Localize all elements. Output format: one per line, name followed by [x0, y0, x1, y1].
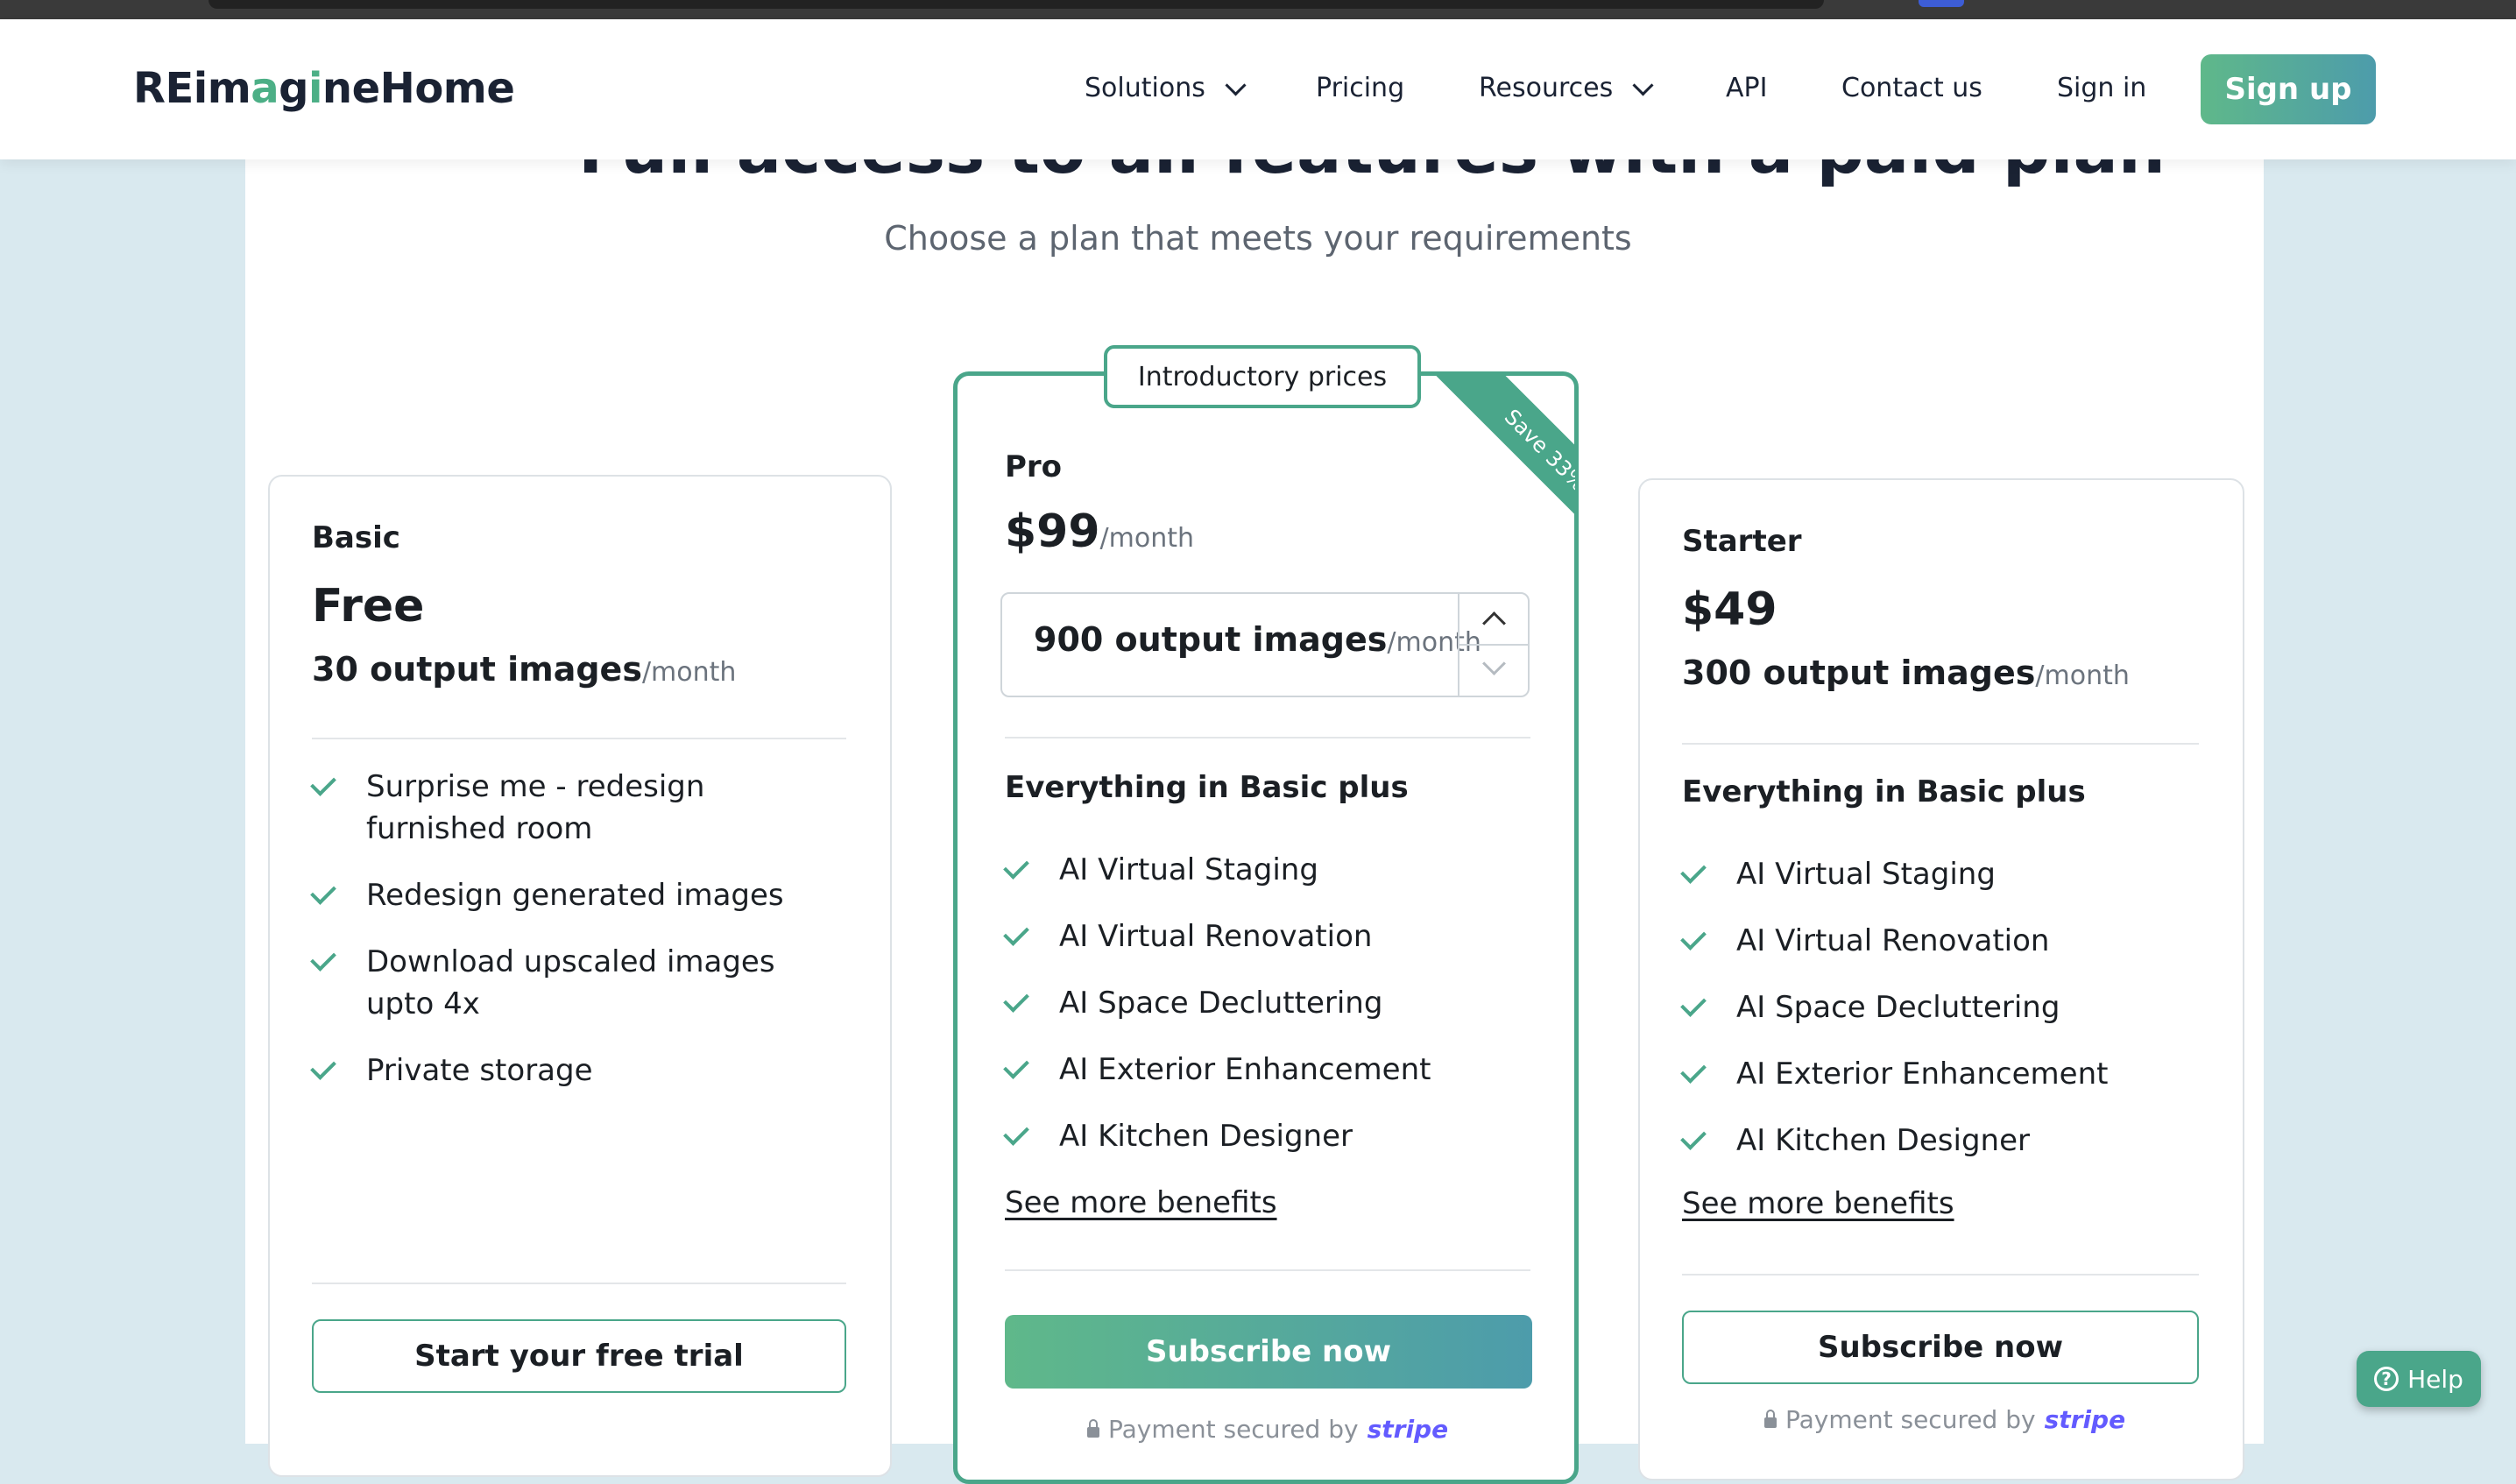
- stepper-arrows: [1458, 594, 1528, 696]
- payment-secured-note: Payment secured by stripe: [1087, 1415, 1448, 1444]
- plan-card-starter: Starter $49 300 output images/month Ever…: [1638, 478, 2244, 1480]
- start-free-trial-button[interactable]: Start your free trial: [312, 1319, 846, 1393]
- stripe-logo: stripe: [2044, 1405, 2126, 1434]
- see-more-benefits-link[interactable]: See more benefits: [1005, 1185, 1277, 1220]
- feature-item: Redesign generated images: [310, 874, 846, 916]
- browser-extension-icon: [1919, 0, 1964, 7]
- chevron-down-icon: [1225, 74, 1247, 96]
- plan-price: $49: [1682, 583, 1777, 636]
- feature-item: AI Virtual Staging: [1003, 849, 1318, 891]
- lock-icon: [1087, 1418, 1099, 1438]
- nav-solutions[interactable]: Solutions: [1085, 70, 1247, 107]
- feature-item: Private storage: [310, 1049, 846, 1092]
- check-icon: [1680, 991, 1707, 1017]
- signup-button[interactable]: Sign up: [2201, 54, 2376, 124]
- chevron-down-icon: [1632, 74, 1654, 96]
- nav-solutions-label: Solutions: [1085, 73, 1205, 103]
- nav-contact[interactable]: Contact us: [1841, 70, 1982, 107]
- check-icon: [1003, 1120, 1029, 1146]
- check-icon: [310, 770, 336, 796]
- introductory-prices-badge: Introductory prices: [1104, 345, 1421, 408]
- save-ribbon-label: Save 33%: [1429, 371, 1575, 554]
- stripe-logo: stripe: [1367, 1415, 1449, 1444]
- help-label: Help: [2407, 1364, 2463, 1394]
- plan-price: $99/month: [1005, 505, 1195, 558]
- check-icon: [310, 1054, 336, 1080]
- check-icon: [1680, 1057, 1707, 1084]
- divider: [1005, 1269, 1530, 1271]
- help-icon: ?: [2374, 1367, 2399, 1391]
- stepper-value: 900 output images/month: [1034, 620, 1481, 659]
- feature-item: AI Kitchen Designer: [1680, 1120, 2030, 1162]
- check-icon: [310, 945, 336, 972]
- output-images-stepper[interactable]: 900 output images/month: [1000, 592, 1530, 697]
- nav-signin-label: Sign in: [2057, 73, 2147, 103]
- plan-card-basic: Basic Free 30 output images/month Surpri…: [268, 475, 892, 1477]
- plan-name: Pro: [1005, 449, 1063, 484]
- divider: [1005, 737, 1530, 738]
- browser-top-strip: [0, 0, 2516, 19]
- feature-item: AI Space Decluttering: [1680, 986, 2060, 1028]
- see-more-benefits-link[interactable]: See more benefits: [1682, 1186, 1954, 1221]
- feature-item: AI Virtual Renovation: [1003, 915, 1372, 958]
- plan-quota: 300 output images/month: [1682, 654, 2130, 692]
- plan-quota: 30 output images/month: [312, 650, 737, 689]
- check-icon: [1003, 920, 1029, 946]
- check-icon: [310, 879, 336, 905]
- plan-includes-heading: Everything in Basic plus: [1005, 770, 1409, 805]
- nav-api-label: API: [1726, 73, 1768, 103]
- lock-icon: [1764, 1409, 1777, 1428]
- feature-item: Surprise me - redesign furnished room: [310, 766, 846, 850]
- nav-api[interactable]: API: [1726, 70, 1767, 107]
- stepper-increase-button[interactable]: [1459, 594, 1528, 646]
- check-icon: [1003, 853, 1029, 880]
- help-button[interactable]: ? Help: [2357, 1351, 2481, 1407]
- stepper-decrease-button[interactable]: [1459, 645, 1528, 695]
- chevron-down-icon: [1482, 652, 1506, 675]
- divider: [312, 1283, 846, 1284]
- feature-item: AI Kitchen Designer: [1003, 1115, 1353, 1157]
- nav-signin[interactable]: Sign in: [2057, 70, 2146, 107]
- plan-name: Starter: [1682, 524, 1802, 559]
- chevron-up-icon: [1482, 611, 1506, 635]
- nav-pricing-label: Pricing: [1316, 73, 1405, 103]
- plan-name: Basic: [312, 520, 400, 555]
- subscribe-now-button[interactable]: Subscribe now: [1005, 1315, 1532, 1389]
- nav-resources-label: Resources: [1479, 73, 1614, 103]
- check-icon: [1003, 986, 1029, 1013]
- check-icon: [1003, 1053, 1029, 1079]
- site-header: REimagineHome Solutions Pricing Resource…: [0, 19, 2516, 159]
- plan-includes-heading: Everything in Basic plus: [1682, 774, 2086, 809]
- divider: [312, 738, 846, 739]
- feature-item: AI Virtual Staging: [1680, 853, 1996, 895]
- feature-item: AI Exterior Enhancement: [1003, 1049, 1431, 1091]
- nav-pricing[interactable]: Pricing: [1316, 70, 1404, 107]
- feature-item: AI Virtual Renovation: [1680, 920, 2049, 962]
- browser-address-bar: [208, 0, 1824, 9]
- page-subtitle: Choose a plan that meets your requiremen…: [884, 219, 1632, 258]
- check-icon: [1680, 924, 1707, 950]
- check-icon: [1680, 858, 1707, 884]
- nav-contact-label: Contact us: [1841, 73, 1982, 103]
- divider: [1682, 1274, 2199, 1276]
- nav-resources[interactable]: Resources: [1479, 70, 1654, 107]
- subscribe-now-button[interactable]: Subscribe now: [1682, 1311, 2199, 1384]
- divider: [1682, 743, 2199, 745]
- plan-price: Free: [312, 580, 425, 632]
- payment-secured-note: Payment secured by stripe: [1764, 1405, 2125, 1434]
- feature-item: AI Exterior Enhancement: [1680, 1053, 2108, 1095]
- feature-item: Download upscaled images upto 4x: [310, 941, 802, 1025]
- logo[interactable]: REimagineHome: [133, 60, 515, 118]
- check-icon: [1680, 1124, 1707, 1150]
- feature-item: AI Space Decluttering: [1003, 982, 1382, 1024]
